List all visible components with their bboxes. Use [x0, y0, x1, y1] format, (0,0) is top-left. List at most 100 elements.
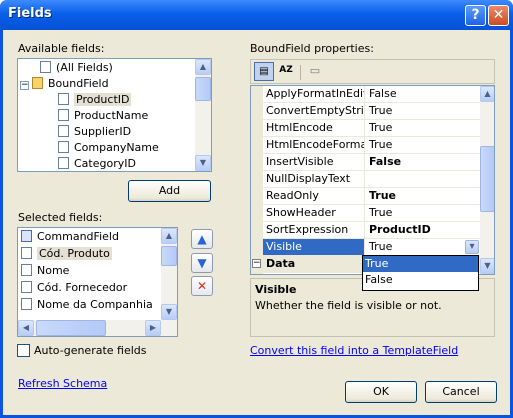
property-value[interactable]: False [366, 154, 478, 170]
property-row[interactable]: ConvertEmptyStringTrue [251, 103, 480, 120]
list-item-commandfield[interactable]: CommandField [21, 229, 119, 245]
available-fields-tree[interactable]: (All Fields) − BoundField ProductID Produ… [17, 58, 212, 172]
collapse-icon[interactable]: − [20, 81, 29, 90]
categorized-icon[interactable]: ▤ [254, 62, 274, 81]
property-row[interactable]: ShowHeader True [251, 205, 480, 222]
scroll-right-icon[interactable]: ▶ [145, 320, 161, 336]
tree-item-boundfield[interactable]: − BoundField [20, 76, 109, 92]
commandfield-icon [21, 230, 32, 242]
property-value[interactable]: True [366, 188, 478, 204]
tree-item-supplierid[interactable]: SupplierID [58, 124, 131, 140]
scroll-thumb[interactable] [195, 77, 211, 101]
field-icon [21, 264, 32, 276]
property-row[interactable]: NullDisplayText [251, 171, 480, 188]
field-icon [58, 141, 69, 153]
dropdown-option-true[interactable]: True [363, 256, 478, 272]
property-name: NullDisplayText [263, 171, 365, 187]
property-value[interactable]: False [366, 86, 478, 102]
delete-button[interactable]: ✕ [191, 276, 213, 296]
property-value[interactable]: True [366, 103, 478, 119]
auto-generate-checkbox[interactable] [17, 344, 30, 357]
dropdown-arrow-icon[interactable]: ▾ [465, 240, 479, 254]
property-value[interactable] [366, 171, 478, 187]
property-value[interactable]: True [366, 120, 478, 136]
property-value[interactable]: True [366, 205, 478, 221]
property-name: SortExpression [263, 222, 365, 238]
property-row[interactable]: SortExpression ProductID [251, 222, 480, 239]
alphabetical-icon[interactable]: AZ [276, 62, 296, 81]
scroll-down-icon[interactable]: ▼ [161, 304, 177, 320]
field-icon [58, 125, 69, 137]
fields-dialog: Fields ? ✕ Available fields: (All Fields… [0, 0, 513, 418]
property-name: ConvertEmptyString [263, 103, 365, 119]
property-name: ShowHeader [263, 205, 365, 221]
close-icon: ✕ [492, 7, 505, 23]
refresh-schema-link[interactable]: Refresh Schema [18, 377, 107, 390]
arrow-down-icon: ▼ [197, 256, 207, 270]
scroll-thumb[interactable] [161, 246, 177, 266]
properties-toolbar: ▤ AZ ▭ [250, 59, 495, 84]
property-name: ApplyFormatInEditM [263, 86, 365, 102]
tree-item-categoryid[interactable]: CategoryID [58, 156, 136, 172]
property-value[interactable]: ProductID [366, 222, 478, 238]
toolbar-separator [300, 65, 301, 80]
cancel-button[interactable]: Cancel [425, 381, 497, 403]
scroll-down-icon[interactable]: ▼ [480, 258, 494, 274]
auto-generate-label: Auto-generate fields [34, 344, 147, 357]
list-item-cod-produto[interactable]: Cód. Produto [21, 246, 112, 262]
selected-fields-vscrollbar[interactable]: ▲ ▼ [161, 228, 177, 320]
property-name: Visible [263, 239, 365, 255]
list-item-cod-fornecedor[interactable]: Cód. Fornecedor [21, 280, 127, 296]
title-bar[interactable]: Fields ? ✕ [0, 0, 513, 30]
available-fields-label: Available fields: [18, 42, 105, 55]
property-row[interactable]: ReadOnly True [251, 188, 480, 205]
tree-item-all-fields[interactable]: (All Fields) [40, 60, 113, 76]
property-name: HtmlEncode [263, 120, 365, 136]
selected-fields-list[interactable]: CommandField Cód. Produto Nome Cód. Forn… [17, 227, 178, 337]
list-item-nome[interactable]: Nome [21, 263, 69, 279]
convert-templatefield-link[interactable]: Convert this field into a TemplateField [250, 344, 458, 357]
property-row[interactable]: HtmlEncodeFormatSTrue [251, 137, 480, 154]
tree-item-companyname[interactable]: CompanyName [58, 140, 159, 156]
property-pages-icon[interactable]: ▭ [305, 62, 325, 81]
tree-item-productname[interactable]: ProductName [58, 108, 148, 124]
field-icon [40, 61, 51, 73]
visible-dropdown-list[interactable]: True False [362, 255, 479, 291]
selected-fields-label: Selected fields: [18, 211, 103, 224]
property-name: HtmlEncodeFormatS [263, 137, 365, 153]
scroll-down-icon[interactable]: ▼ [195, 155, 211, 171]
description-text: Whether the field is visible or not. [255, 299, 442, 312]
property-row[interactable]: Visible True ▾ [251, 239, 480, 256]
property-row[interactable]: HtmlEncode True [251, 120, 480, 137]
scroll-up-icon[interactable]: ▲ [161, 228, 177, 244]
move-down-button[interactable]: ▼ [191, 253, 213, 273]
add-button[interactable]: Add [128, 180, 211, 202]
collapse-icon[interactable]: − [252, 259, 261, 268]
property-grid-scrollbar[interactable]: ▲ ▼ [480, 86, 494, 274]
ok-button[interactable]: OK [345, 381, 417, 403]
description-title: Visible [255, 283, 297, 296]
selected-fields-hscrollbar[interactable]: ◀ ▶ [18, 320, 177, 336]
help-icon: ? [471, 7, 480, 23]
property-name: InsertVisible [263, 154, 365, 170]
property-value[interactable]: True [366, 239, 478, 255]
list-item-nome-da-companhia[interactable]: Nome da Companhia [21, 297, 153, 313]
available-fields-scrollbar[interactable]: ▲ ▼ [195, 59, 211, 171]
help-button[interactable]: ? [465, 5, 486, 26]
move-up-button[interactable]: ▲ [191, 229, 213, 249]
property-row[interactable]: ApplyFormatInEditMFalse [251, 86, 480, 103]
scroll-up-icon[interactable]: ▲ [480, 86, 494, 102]
close-button[interactable]: ✕ [488, 5, 509, 26]
property-value[interactable]: True [366, 137, 478, 153]
scroll-up-icon[interactable]: ▲ [195, 59, 211, 75]
property-grid[interactable]: ApplyFormatInEditMFalseConvertEmptyStrin… [250, 85, 495, 275]
dialog-body: Available fields: (All Fields) − BoundFie… [3, 30, 510, 415]
property-row[interactable]: InsertVisible False [251, 154, 480, 171]
tree-item-productid[interactable]: ProductID [58, 92, 132, 108]
scroll-thumb[interactable] [480, 146, 494, 212]
scroll-left-icon[interactable]: ◀ [18, 320, 34, 336]
window-title: Fields [8, 6, 52, 21]
scroll-thumb[interactable] [36, 320, 106, 336]
field-icon [21, 281, 32, 293]
dropdown-option-false[interactable]: False [363, 272, 478, 288]
